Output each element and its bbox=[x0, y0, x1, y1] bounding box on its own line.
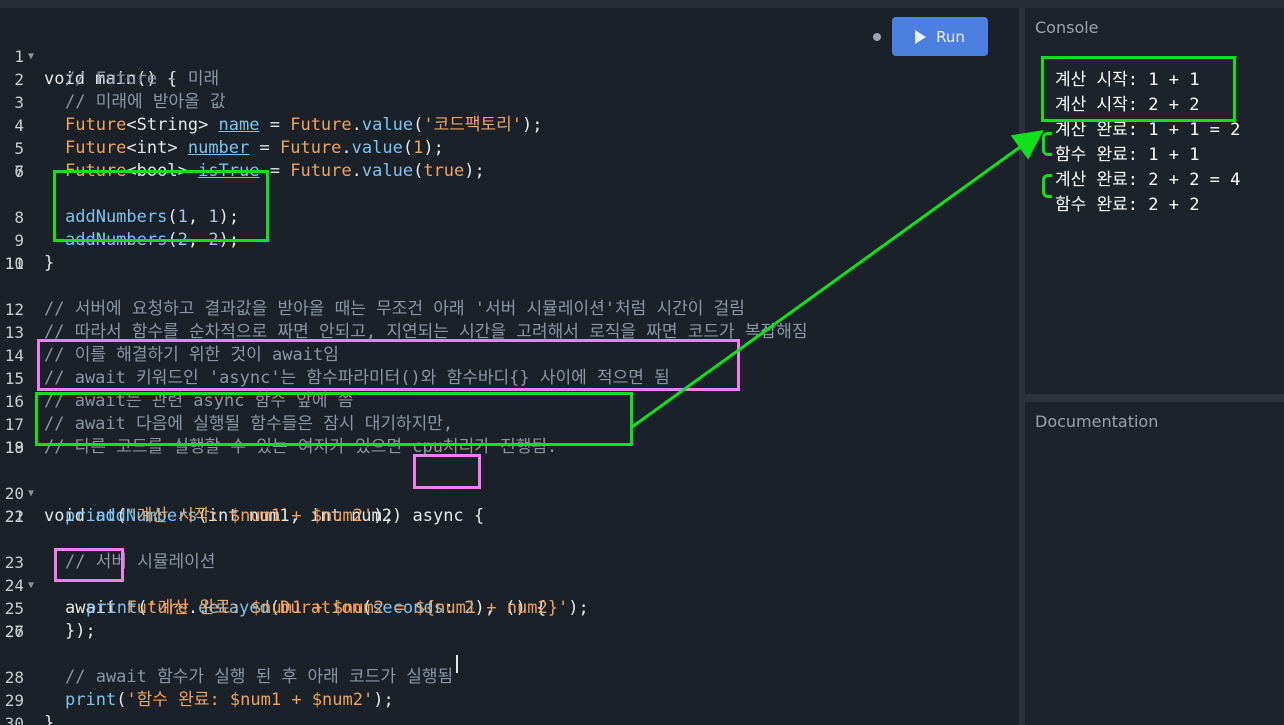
code-line: 8 addNumbers(1, 1); bbox=[14, 207, 240, 227]
code-line: 16// await는 관련 async 함수 앞에 씀 bbox=[4, 391, 354, 411]
code-line: 4 Future<String> name = Future.value('코드팩… bbox=[14, 115, 543, 135]
status-dot-icon bbox=[873, 33, 881, 41]
console-line: 함수 완료: 2 + 2 bbox=[1055, 195, 1200, 215]
code-line: 25 print('계산 완료: $num1 + $num2 = ${num1 +… bbox=[4, 598, 589, 618]
code-line: 1 ▼ void main() { bbox=[14, 47, 178, 89]
code-line: 13// 따라서 함수를 순차적으로 짜면 안되고, 지연되는 시간을 고려해서… bbox=[4, 322, 808, 342]
code-line: 12// 서버에 요청하고 결과값을 받아올 때는 무조건 아래 '서버 시뮬레… bbox=[4, 299, 745, 319]
code-line: 29 print('함수 완료: $num1 + $num2'); bbox=[4, 690, 394, 710]
horizontal-splitter[interactable] bbox=[1025, 394, 1284, 402]
code-line: 14// 이를 해결하기 위한 것이 await임 bbox=[4, 345, 339, 365]
code-line: 15// await 키워드인 'async'는 함수파라미터()와 함수바디{… bbox=[4, 368, 670, 388]
code-line: 23// 서버 시뮬레이션 bbox=[4, 552, 216, 572]
annotation-box-async-keyword bbox=[413, 454, 481, 489]
console-line: 함수 완료: 1 + 1 bbox=[1055, 145, 1200, 165]
code-line: 24 ▼ await Future.delayed(Duration(second… bbox=[4, 576, 547, 618]
top-bar bbox=[0, 0, 1284, 8]
text-cursor bbox=[456, 655, 458, 673]
code-line: 3// 미래에 받아올 값 bbox=[14, 92, 226, 112]
code-line: 5 Future<int> number = Future.value(1); bbox=[14, 138, 444, 158]
code-line: 28// await 함수가 실행 된 후 아래 코드가 실행됨 bbox=[4, 667, 454, 687]
code-line: 6 Future<bool> isTrue = Future.value(true… bbox=[14, 161, 485, 181]
code-line: 10} bbox=[4, 253, 55, 273]
code-line: 30} bbox=[4, 713, 55, 725]
code-editor[interactable]: Run 1 ▼ void main() { 2// Future - 미래 3//… bbox=[0, 8, 1019, 725]
documentation-title: Documentation bbox=[1035, 412, 1159, 431]
code-line: 17// await 다음에 실행될 함수들은 잠시 대기하지만, bbox=[4, 414, 454, 434]
documentation-panel: Documentation bbox=[1025, 402, 1284, 725]
code-line: 26}); bbox=[4, 621, 96, 641]
code-line: 9 addNumbers(2, 2); bbox=[14, 230, 240, 250]
console-panel: Console 계산 시작: 1 + 1 계산 시작: 2 + 2 계산 완료:… bbox=[1025, 8, 1284, 394]
console-line: 계산 완료: 2 + 2 = 4 bbox=[1055, 170, 1241, 190]
code-line: 18// 다른 코드를 실행할 수 있는 여지가 있으면 cpu처리가 진행됨. bbox=[4, 437, 558, 457]
run-button[interactable]: Run bbox=[892, 17, 988, 56]
console-title: Console bbox=[1035, 18, 1099, 37]
annotation-bracket bbox=[1042, 174, 1052, 198]
code-line: 20 ▼ void addNumbers(int num1, int num2) … bbox=[4, 484, 485, 526]
console-line: 계산 시작: 2 + 2 bbox=[1055, 95, 1200, 115]
code-line: 21 print('계산 시작: $num1 + $num2'); bbox=[4, 506, 394, 526]
console-line: 계산 완료: 1 + 1 = 2 bbox=[1055, 120, 1241, 140]
annotation-bracket bbox=[1042, 132, 1052, 156]
run-button-label: Run bbox=[936, 27, 965, 46]
play-icon bbox=[915, 29, 927, 44]
code-line: 2// Future - 미래 bbox=[14, 69, 220, 89]
console-line: 계산 시작: 1 + 1 bbox=[1055, 70, 1200, 90]
